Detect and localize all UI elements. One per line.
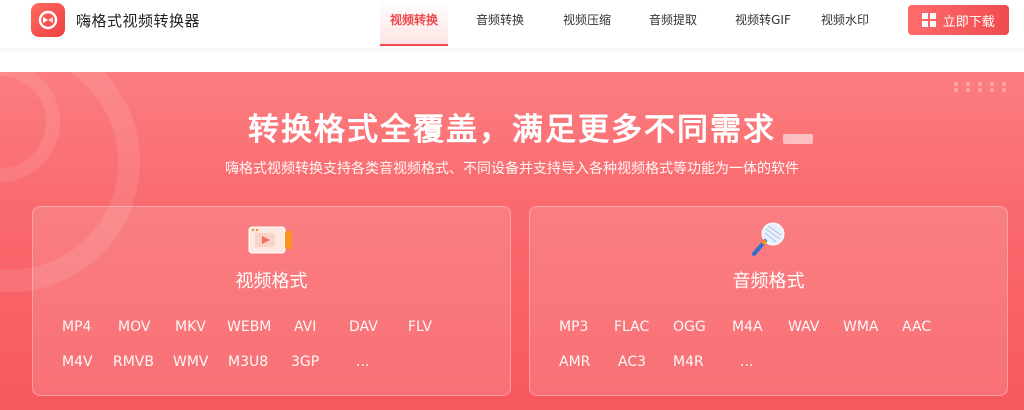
top-navbar: 嗨格式视频转换器 视频转换 音频转换 视频压缩 音频提取 视频转GIF 视频水印… — [0, 0, 1024, 48]
download-button[interactable]: 立即下载 — [908, 5, 1009, 35]
nav-item-video-watermark[interactable]: 视频水印 — [810, 0, 880, 46]
windows-icon — [922, 13, 936, 27]
audio-format-wav[interactable]: WAV — [788, 319, 819, 335]
video-formats-title: 视频格式 — [235, 271, 308, 292]
download-button-label: 立即下载 — [942, 14, 995, 30]
video-format-more[interactable]: ... — [356, 354, 369, 370]
audio-format-flac[interactable]: FLAC — [614, 319, 649, 335]
decorative-dots — [954, 82, 1012, 92]
title-underline-decoration — [783, 134, 813, 144]
audio-format-ac3[interactable]: AC3 — [618, 354, 646, 370]
video-format-dav[interactable]: DAV — [349, 319, 378, 335]
video-format-m4v[interactable]: M4V — [62, 354, 93, 370]
video-format-m3u8[interactable]: M3U8 — [228, 354, 268, 370]
video-format-mov[interactable]: MOV — [118, 319, 150, 335]
video-format-mkv[interactable]: MKV — [175, 319, 206, 335]
microphone-icon — [751, 222, 784, 256]
audio-formats-card: 音频格式 MP3 FLAC OGG M4A WAV WMA AAC AMR AC… — [529, 206, 1008, 396]
video-format-mp4[interactable]: MP4 — [62, 319, 91, 335]
nav-item-audio-extract[interactable]: 音频提取 — [638, 0, 708, 46]
audio-format-ogg[interactable]: OGG — [673, 319, 706, 335]
video-format-3gp[interactable]: 3GP — [291, 354, 319, 370]
video-format-rmvb[interactable]: RMVB — [113, 354, 154, 370]
hero-subtitle: 嗨格式视频转换支持各类音视频格式、不同设备并支持导入各种视频格式等功能为一体的软… — [225, 161, 799, 177]
video-format-flv[interactable]: FLV — [408, 319, 432, 335]
video-formats-card: 视频格式 MP4 MOV MKV WEBM AVI DAV FLV M4V RM… — [32, 206, 511, 396]
app-logo-icon — [31, 3, 65, 37]
audio-format-m4a[interactable]: M4A — [732, 319, 763, 335]
video-format-webm[interactable]: WEBM — [227, 319, 271, 335]
audio-format-wma[interactable]: WMA — [843, 319, 879, 335]
nav-item-video-convert[interactable]: 视频转换 — [380, 0, 448, 46]
audio-format-mp3[interactable]: MP3 — [559, 319, 588, 335]
brand-logo[interactable]: 嗨格式视频转换器 — [31, 0, 200, 40]
nav-item-audio-convert[interactable]: 音频转换 — [465, 0, 535, 46]
audio-format-amr[interactable]: AMR — [559, 354, 590, 370]
nav-item-video-compress[interactable]: 视频压缩 — [552, 0, 622, 46]
brand-name: 嗨格式视频转换器 — [76, 11, 201, 30]
hero-section: 转换格式全覆盖，满足更多不同需求 嗨格式视频转换支持各类音视频格式、不同设备并支… — [0, 72, 1024, 410]
audio-formats-title: 音频格式 — [732, 271, 805, 292]
nav-item-video-to-gif[interactable]: 视频转GIF — [723, 0, 803, 46]
audio-format-more[interactable]: ... — [740, 354, 753, 370]
video-play-icon — [248, 226, 292, 254]
audio-format-aac[interactable]: AAC — [902, 319, 931, 335]
video-format-wmv[interactable]: WMV — [173, 354, 209, 370]
video-format-avi[interactable]: AVI — [294, 319, 316, 335]
audio-format-m4r[interactable]: M4R — [673, 354, 704, 370]
hero-title: 转换格式全覆盖，满足更多不同需求 — [248, 112, 776, 148]
